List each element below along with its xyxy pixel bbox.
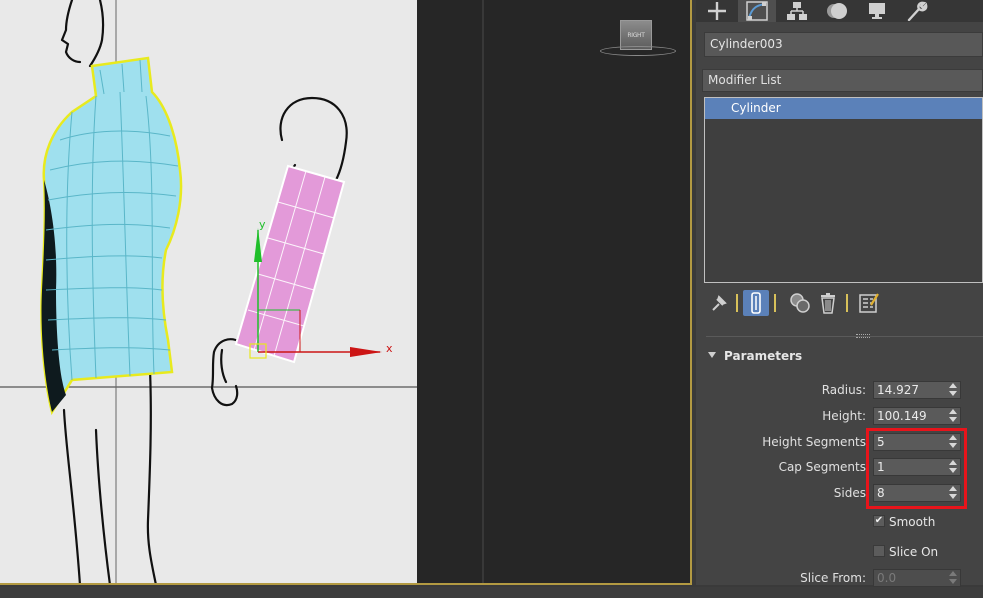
show-end-result-button[interactable] — [743, 290, 769, 316]
scene[interactable]: y x — [0, 0, 692, 585]
collapse-triangle-icon — [708, 352, 716, 358]
param-row-slice-from: Slice From: 0.0 — [696, 568, 983, 588]
height-label: Height: — [822, 409, 866, 423]
slice-from-label: Slice From: — [800, 571, 866, 585]
plus-icon — [708, 2, 726, 20]
configure-sets-icon — [859, 293, 879, 313]
parameters-rollout-header[interactable]: Parameters — [708, 346, 983, 366]
rollout-separator — [706, 336, 983, 337]
toolbar-separator — [736, 294, 738, 312]
param-row-sides: Sides 8 — [696, 483, 983, 503]
param-row-height-segments: Height Segments 5 — [696, 432, 983, 452]
spinner-arrows-icon[interactable] — [948, 571, 958, 585]
spinner-arrows-icon[interactable] — [948, 435, 958, 449]
arm-cylinder[interactable] — [234, 164, 346, 364]
spinner-arrows-icon[interactable] — [948, 409, 958, 423]
radius-label: Radius: — [821, 383, 866, 397]
make-unique-icon — [790, 293, 810, 313]
height-segments-value[interactable]: 5 — [877, 434, 885, 450]
sides-label: Sides — [833, 486, 866, 500]
pin-stack-button[interactable] — [706, 290, 732, 316]
sides-spinner[interactable]: 8 — [873, 484, 961, 502]
sides-value[interactable]: 8 — [877, 485, 885, 501]
spinner-arrows-icon[interactable] — [948, 486, 958, 500]
modifier-stack-toolbar — [704, 288, 983, 318]
slice-from-spinner[interactable]: 0.0 — [873, 569, 961, 587]
motion-icon — [827, 3, 847, 19]
modifier-list-dropdown[interactable]: Modifier List — [702, 69, 983, 92]
slice-on-checkbox[interactable] — [873, 545, 885, 557]
trash-icon — [821, 293, 835, 314]
hierarchy-icon — [787, 2, 807, 20]
smooth-label[interactable]: Smooth — [889, 513, 935, 531]
height-segments-spinner[interactable]: 5 — [873, 433, 961, 451]
radius-value[interactable]: 14.927 — [877, 382, 919, 398]
cap-segments-value[interactable]: 1 — [877, 459, 885, 475]
toolbar-separator — [846, 294, 848, 312]
radius-spinner[interactable]: 14.927 — [873, 381, 961, 399]
modify-curve-icon — [746, 1, 768, 21]
viewcube-compass-ring[interactable] — [600, 46, 676, 56]
tab-hierarchy[interactable] — [778, 0, 816, 22]
tab-create[interactable] — [698, 0, 736, 22]
height-value[interactable]: 100.149 — [877, 408, 927, 424]
spinner-arrows-icon[interactable] — [948, 383, 958, 397]
slice-on-label[interactable]: Slice On — [889, 543, 938, 561]
viewcube-label: RIGHT — [627, 32, 645, 39]
status-bar-strip — [0, 587, 983, 598]
remove-modifier-button[interactable] — [815, 290, 841, 316]
viewport-right[interactable]: y x RIGHT — [0, 0, 692, 585]
cap-segments-label: Cap Segments — [778, 460, 866, 474]
param-row-cap-segments: Cap Segments 1 — [696, 457, 983, 477]
parameters-title: Parameters — [724, 349, 803, 363]
tab-display[interactable] — [858, 0, 896, 22]
tab-modify[interactable] — [738, 0, 776, 22]
show-end-result-icon — [751, 292, 761, 314]
make-unique-button[interactable] — [787, 290, 813, 316]
gizmo-x-label: x — [386, 342, 393, 355]
modifier-stack[interactable]: Cylinder — [704, 97, 983, 283]
spinner-arrows-icon[interactable] — [948, 460, 958, 474]
gizmo-y-label: y — [259, 218, 266, 231]
command-panel-tabs — [696, 0, 983, 22]
smooth-checkbox-row[interactable]: ✔ Smooth — [873, 513, 983, 531]
display-monitor-icon — [869, 3, 885, 19]
height-spinner[interactable]: 100.149 — [873, 407, 961, 425]
param-row-radius: Radius: 14.927 — [696, 380, 983, 400]
cap-segments-spinner[interactable]: 1 — [873, 458, 961, 476]
slice-from-value[interactable]: 0.0 — [877, 570, 896, 586]
smooth-checkbox[interactable]: ✔ — [873, 515, 885, 527]
toolbar-separator — [774, 294, 776, 312]
configure-modifier-sets-button[interactable] — [856, 290, 882, 316]
object-name-field[interactable]: Cylinder003 — [704, 32, 983, 57]
pin-icon — [712, 295, 727, 311]
param-row-height: Height: 100.149 — [696, 406, 983, 426]
rollout-resize-grip[interactable] — [856, 334, 870, 338]
torso-mesh[interactable] — [40, 56, 183, 416]
tab-motion[interactable] — [818, 0, 856, 22]
slice-on-checkbox-row[interactable]: Slice On — [873, 543, 983, 561]
modifier-stack-item-cylinder[interactable]: Cylinder — [705, 98, 982, 119]
wrench-icon — [907, 1, 928, 21]
height-segments-label: Height Segments — [762, 435, 866, 449]
command-panel: Cylinder003 Modifier List Cylinder Param… — [696, 0, 983, 588]
tab-utilities[interactable] — [898, 0, 936, 22]
